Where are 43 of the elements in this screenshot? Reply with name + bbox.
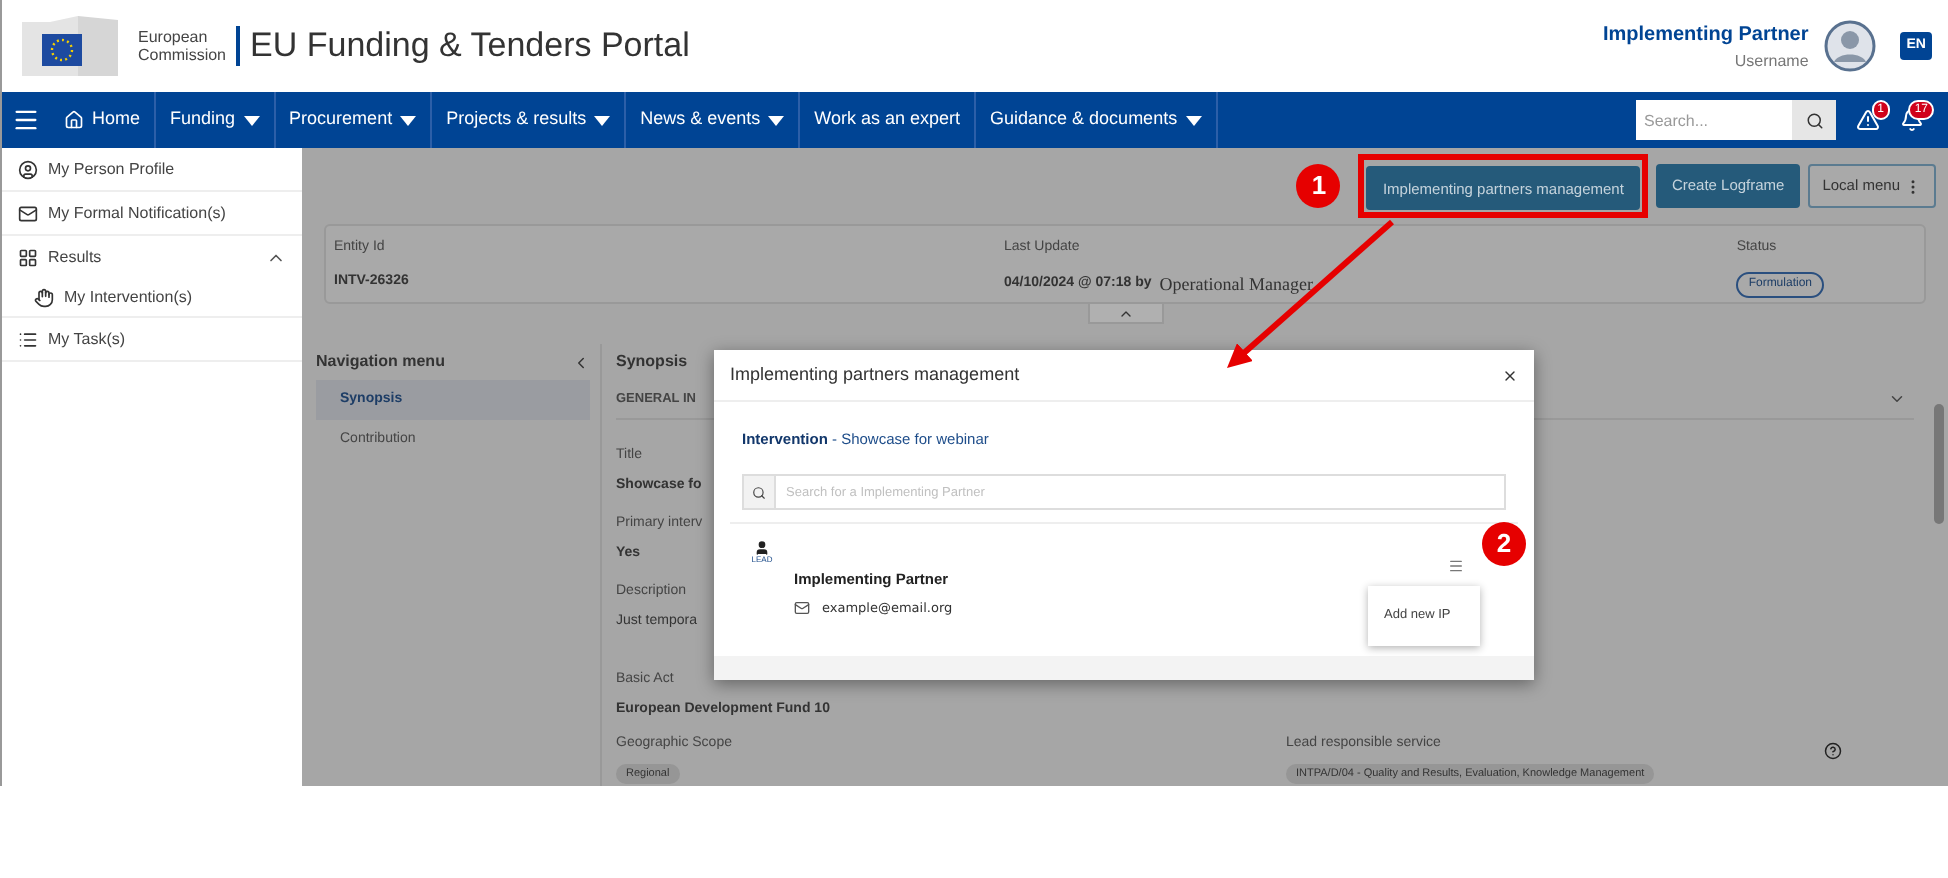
- help-icon[interactable]: [1824, 742, 1842, 760]
- step-marker: 2: [1482, 522, 1526, 566]
- hand-icon: [34, 287, 54, 307]
- step-marker: 1: [1296, 164, 1341, 208]
- chevron-down-icon[interactable]: [1888, 390, 1906, 408]
- warning-icon[interactable]: [1856, 108, 1880, 132]
- avatar-icon[interactable]: [1824, 20, 1877, 72]
- search-field[interactable]: Search...: [1636, 100, 1792, 140]
- user-role: Implementing Partner: [1602, 21, 1809, 49]
- mail-icon: [18, 203, 38, 223]
- caret-icon: [1185, 115, 1202, 125]
- caret-icon: [243, 115, 260, 125]
- section-title: Synopsis: [616, 350, 688, 374]
- sidebar-item[interactable]: My Task(s): [48, 327, 126, 351]
- user-icon: [18, 159, 38, 179]
- org-name: European: [138, 28, 210, 46]
- list-icon: [18, 329, 38, 349]
- menu-icon[interactable]: [12, 106, 40, 134]
- panel-title: Navigation menu: [316, 350, 445, 374]
- sidebar-item[interactable]: My Person Profile: [48, 157, 175, 181]
- user-icon: [754, 540, 770, 557]
- search-button[interactable]: [1792, 100, 1836, 140]
- close-icon[interactable]: [1502, 367, 1518, 383]
- portal-title: EU Funding & Tenders Portal: [250, 24, 690, 69]
- bell-icon[interactable]: [1900, 108, 1924, 132]
- mail-icon: [794, 600, 810, 617]
- scrollbar[interactable]: [1934, 404, 1944, 524]
- caret-icon: [400, 115, 417, 125]
- modal-title: Implementing partners management: [730, 361, 1020, 388]
- sidebar-item[interactable]: Results: [48, 245, 102, 269]
- caret-icon: [768, 115, 785, 125]
- updater-name: Operational Manager: [1159, 271, 1313, 298]
- grid-icon: [18, 247, 38, 267]
- sidebar-item[interactable]: My Formal Notification(s): [48, 201, 226, 225]
- home-icon: [64, 110, 84, 130]
- org-name: Commission: [138, 46, 227, 64]
- username: Username: [1734, 49, 1809, 73]
- menu-icon[interactable]: [1448, 558, 1464, 574]
- search-icon: [752, 485, 766, 500]
- caret-icon: [594, 115, 611, 125]
- sidebar-item[interactable]: My Intervention(s): [64, 285, 193, 309]
- collapse-icon[interactable]: [572, 353, 590, 371]
- search-icon: [1805, 111, 1823, 129]
